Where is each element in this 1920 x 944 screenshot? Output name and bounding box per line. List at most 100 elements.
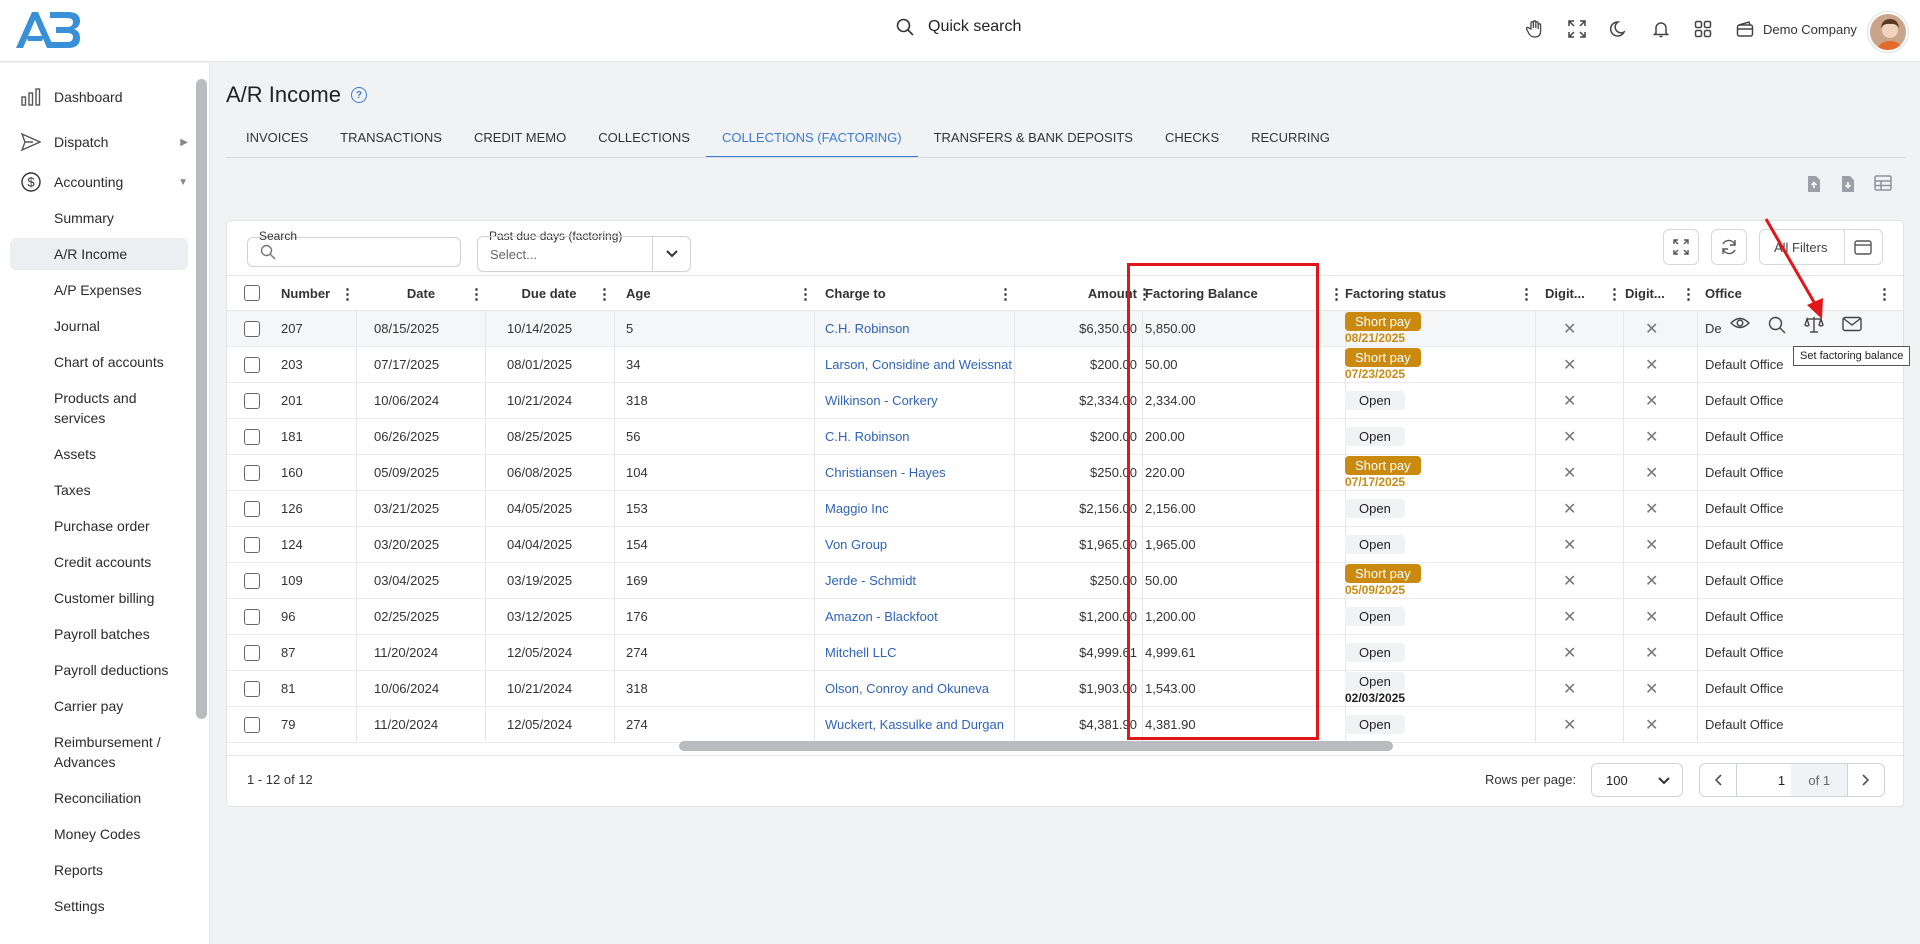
column-menu-icon[interactable]: ⋮: [1519, 285, 1534, 303]
sidebar-sub-settings[interactable]: Settings: [10, 896, 188, 916]
sidebar-sub-assets[interactable]: Assets: [10, 444, 188, 464]
column-menu-icon[interactable]: ⋮: [1877, 285, 1892, 303]
col-digital-1[interactable]: Digit... ⋮: [1545, 276, 1623, 310]
sidebar-sub-credit-accounts[interactable]: Credit accounts: [10, 552, 188, 572]
sidebar-sub-carrier-pay[interactable]: Carrier pay: [10, 696, 188, 716]
sidebar-sub-money-codes[interactable]: Money Codes: [10, 824, 188, 844]
grid-icon[interactable]: [1692, 18, 1714, 40]
row-checkbox[interactable]: [244, 608, 260, 625]
scale-icon[interactable]: [1804, 316, 1824, 337]
quick-search[interactable]: Quick search: [896, 18, 1021, 36]
search-icon[interactable]: [1768, 316, 1786, 337]
tab-collections-factoring[interactable]: COLLECTIONS (FACTORING): [705, 120, 918, 158]
logo[interactable]: [12, 8, 82, 52]
moon-icon[interactable]: [1608, 18, 1630, 40]
calendar-icon[interactable]: [1854, 239, 1872, 255]
row-checkbox[interactable]: [244, 716, 260, 733]
customer-link[interactable]: C.H. Robinson: [825, 429, 910, 444]
sidebar-sub-products-and-services[interactable]: Products and services: [10, 388, 188, 428]
col-date[interactable]: Date ⋮: [357, 276, 485, 310]
column-menu-icon[interactable]: ⋮: [1681, 285, 1696, 303]
sidebar-sub-ar-income[interactable]: A/R Income: [10, 238, 188, 270]
sidebar-sub-payroll-batches[interactable]: Payroll batches: [10, 624, 188, 644]
customer-link[interactable]: Wuckert, Kassulke and Durgan: [825, 717, 1004, 732]
download-icon[interactable]: [1840, 175, 1856, 196]
upload-icon[interactable]: [1806, 175, 1822, 196]
select-all-checkbox[interactable]: [244, 276, 260, 310]
column-menu-icon[interactable]: ⋮: [798, 285, 813, 303]
column-menu-icon[interactable]: ⋮: [469, 285, 484, 303]
customer-link[interactable]: Jerde - Schmidt: [825, 573, 916, 588]
col-amount[interactable]: Amount ⋮: [1015, 276, 1153, 310]
row-checkbox[interactable]: [244, 356, 260, 373]
customer-link[interactable]: Christiansen - Hayes: [825, 465, 946, 480]
prev-page-button[interactable]: [1700, 764, 1736, 796]
col-age[interactable]: Age ⋮: [626, 276, 814, 310]
sidebar-sub-reimbursement[interactable]: Reimbursement / Advances: [10, 732, 188, 772]
table-settings-icon[interactable]: [1874, 175, 1892, 196]
table-row[interactable]: 160 05/09/2025 06/08/2025 104 Christiansen -…: [227, 455, 1903, 491]
customer-link[interactable]: Maggio Inc: [825, 501, 889, 516]
customer-link[interactable]: Von Group: [825, 537, 887, 552]
row-checkbox[interactable]: [244, 428, 260, 445]
sidebar-scrollbar[interactable]: [196, 79, 207, 719]
expand-table-button[interactable]: [1663, 229, 1699, 265]
next-page-button[interactable]: [1848, 764, 1884, 796]
col-due-date[interactable]: Due date ⋮: [485, 276, 613, 310]
table-row[interactable]: 81 10/06/2024 10/21/2024 318 Olson, Conroy a…: [227, 671, 1903, 707]
column-menu-icon[interactable]: ⋮: [998, 285, 1013, 303]
tab-credit-memo[interactable]: CREDIT MEMO: [458, 120, 582, 158]
mail-icon[interactable]: [1842, 316, 1862, 337]
sidebar-sub-chart-of-accounts[interactable]: Chart of accounts: [10, 352, 188, 372]
sidebar-item-dashboard[interactable]: Dashboard: [10, 86, 188, 108]
col-charge-to[interactable]: Charge to ⋮: [825, 276, 1014, 310]
customer-link[interactable]: C.H. Robinson: [825, 321, 910, 336]
col-office[interactable]: Office ⋮: [1705, 276, 1893, 310]
refresh-button[interactable]: [1711, 229, 1747, 265]
expand-arrow-icon[interactable]: ▶: [180, 137, 188, 148]
company-name[interactable]: Demo Company: [1763, 22, 1857, 37]
col-factoring-status[interactable]: Factoring status ⋮: [1345, 276, 1535, 310]
col-factoring-balance[interactable]: Factoring Balance ⋮: [1145, 276, 1345, 310]
row-checkbox[interactable]: [244, 464, 260, 481]
col-digital-2[interactable]: Digit... ⋮: [1625, 276, 1697, 310]
tab-transactions[interactable]: TRANSACTIONS: [324, 120, 458, 158]
wallet-icon[interactable]: [1734, 18, 1756, 40]
customer-link[interactable]: Larson, Considine and Weissnat: [825, 357, 1012, 372]
help-icon[interactable]: ?: [350, 87, 367, 103]
column-menu-icon[interactable]: ⋮: [1329, 285, 1344, 303]
hand-icon[interactable]: [1524, 18, 1546, 40]
rows-per-page-select[interactable]: 100: [1591, 763, 1683, 797]
table-row[interactable]: 201 10/06/2024 10/21/2024 318 Wilkinson - Co…: [227, 383, 1903, 419]
collapse-arrow-icon[interactable]: ▼: [178, 177, 188, 188]
table-row[interactable]: 181 06/26/2025 08/25/2025 56 C.H. Robinson $2…: [227, 419, 1903, 455]
avatar[interactable]: [1868, 12, 1908, 52]
all-filters-button[interactable]: All Filters: [1759, 229, 1883, 265]
tab-collections[interactable]: COLLECTIONS: [582, 120, 706, 158]
customer-link[interactable]: Mitchell LLC: [825, 645, 897, 660]
tab-invoices[interactable]: INVOICES: [230, 120, 324, 158]
table-row[interactable]: 124 03/20/2025 04/04/2025 154 Von Group $1,96…: [227, 527, 1903, 563]
sidebar-sub-journal[interactable]: Journal: [10, 316, 188, 336]
table-row[interactable]: 79 11/20/2024 12/05/2024 274 Wuckert, Kassul…: [227, 707, 1903, 743]
table-row[interactable]: 109 03/04/2025 03/19/2025 169 Jerde - Schmid…: [227, 563, 1903, 599]
table-row[interactable]: 203 07/17/2025 08/01/2025 34 Larson, Considi…: [227, 347, 1903, 383]
sidebar-sub-customer-billing[interactable]: Customer billing: [10, 588, 188, 608]
row-checkbox[interactable]: [244, 644, 260, 661]
sidebar-sub-purchase-order[interactable]: Purchase order: [10, 516, 188, 536]
row-checkbox[interactable]: [244, 320, 260, 337]
horizontal-scrollbar[interactable]: [679, 741, 1393, 751]
customer-link[interactable]: Amazon - Blackfoot: [825, 609, 938, 624]
customer-link[interactable]: Olson, Conroy and Okuneva: [825, 681, 989, 696]
sidebar-item-dispatch[interactable]: Dispatch ▶: [10, 131, 188, 153]
bell-icon[interactable]: [1650, 18, 1672, 40]
table-row[interactable]: 96 02/25/2025 03/12/2025 176 Amazon - Blackf…: [227, 599, 1903, 635]
sidebar-sub-reports[interactable]: Reports: [10, 860, 188, 880]
eye-icon[interactable]: [1730, 316, 1750, 337]
sidebar-sub-ap-expenses[interactable]: A/P Expenses: [10, 280, 188, 300]
table-row[interactable]: 126 03/21/2025 04/05/2025 153 Maggio Inc $2,1…: [227, 491, 1903, 527]
customer-link[interactable]: Wilkinson - Corkery: [825, 393, 938, 408]
row-checkbox[interactable]: [244, 680, 260, 697]
fullscreen-icon[interactable]: [1566, 18, 1588, 40]
column-menu-icon[interactable]: ⋮: [597, 285, 612, 303]
